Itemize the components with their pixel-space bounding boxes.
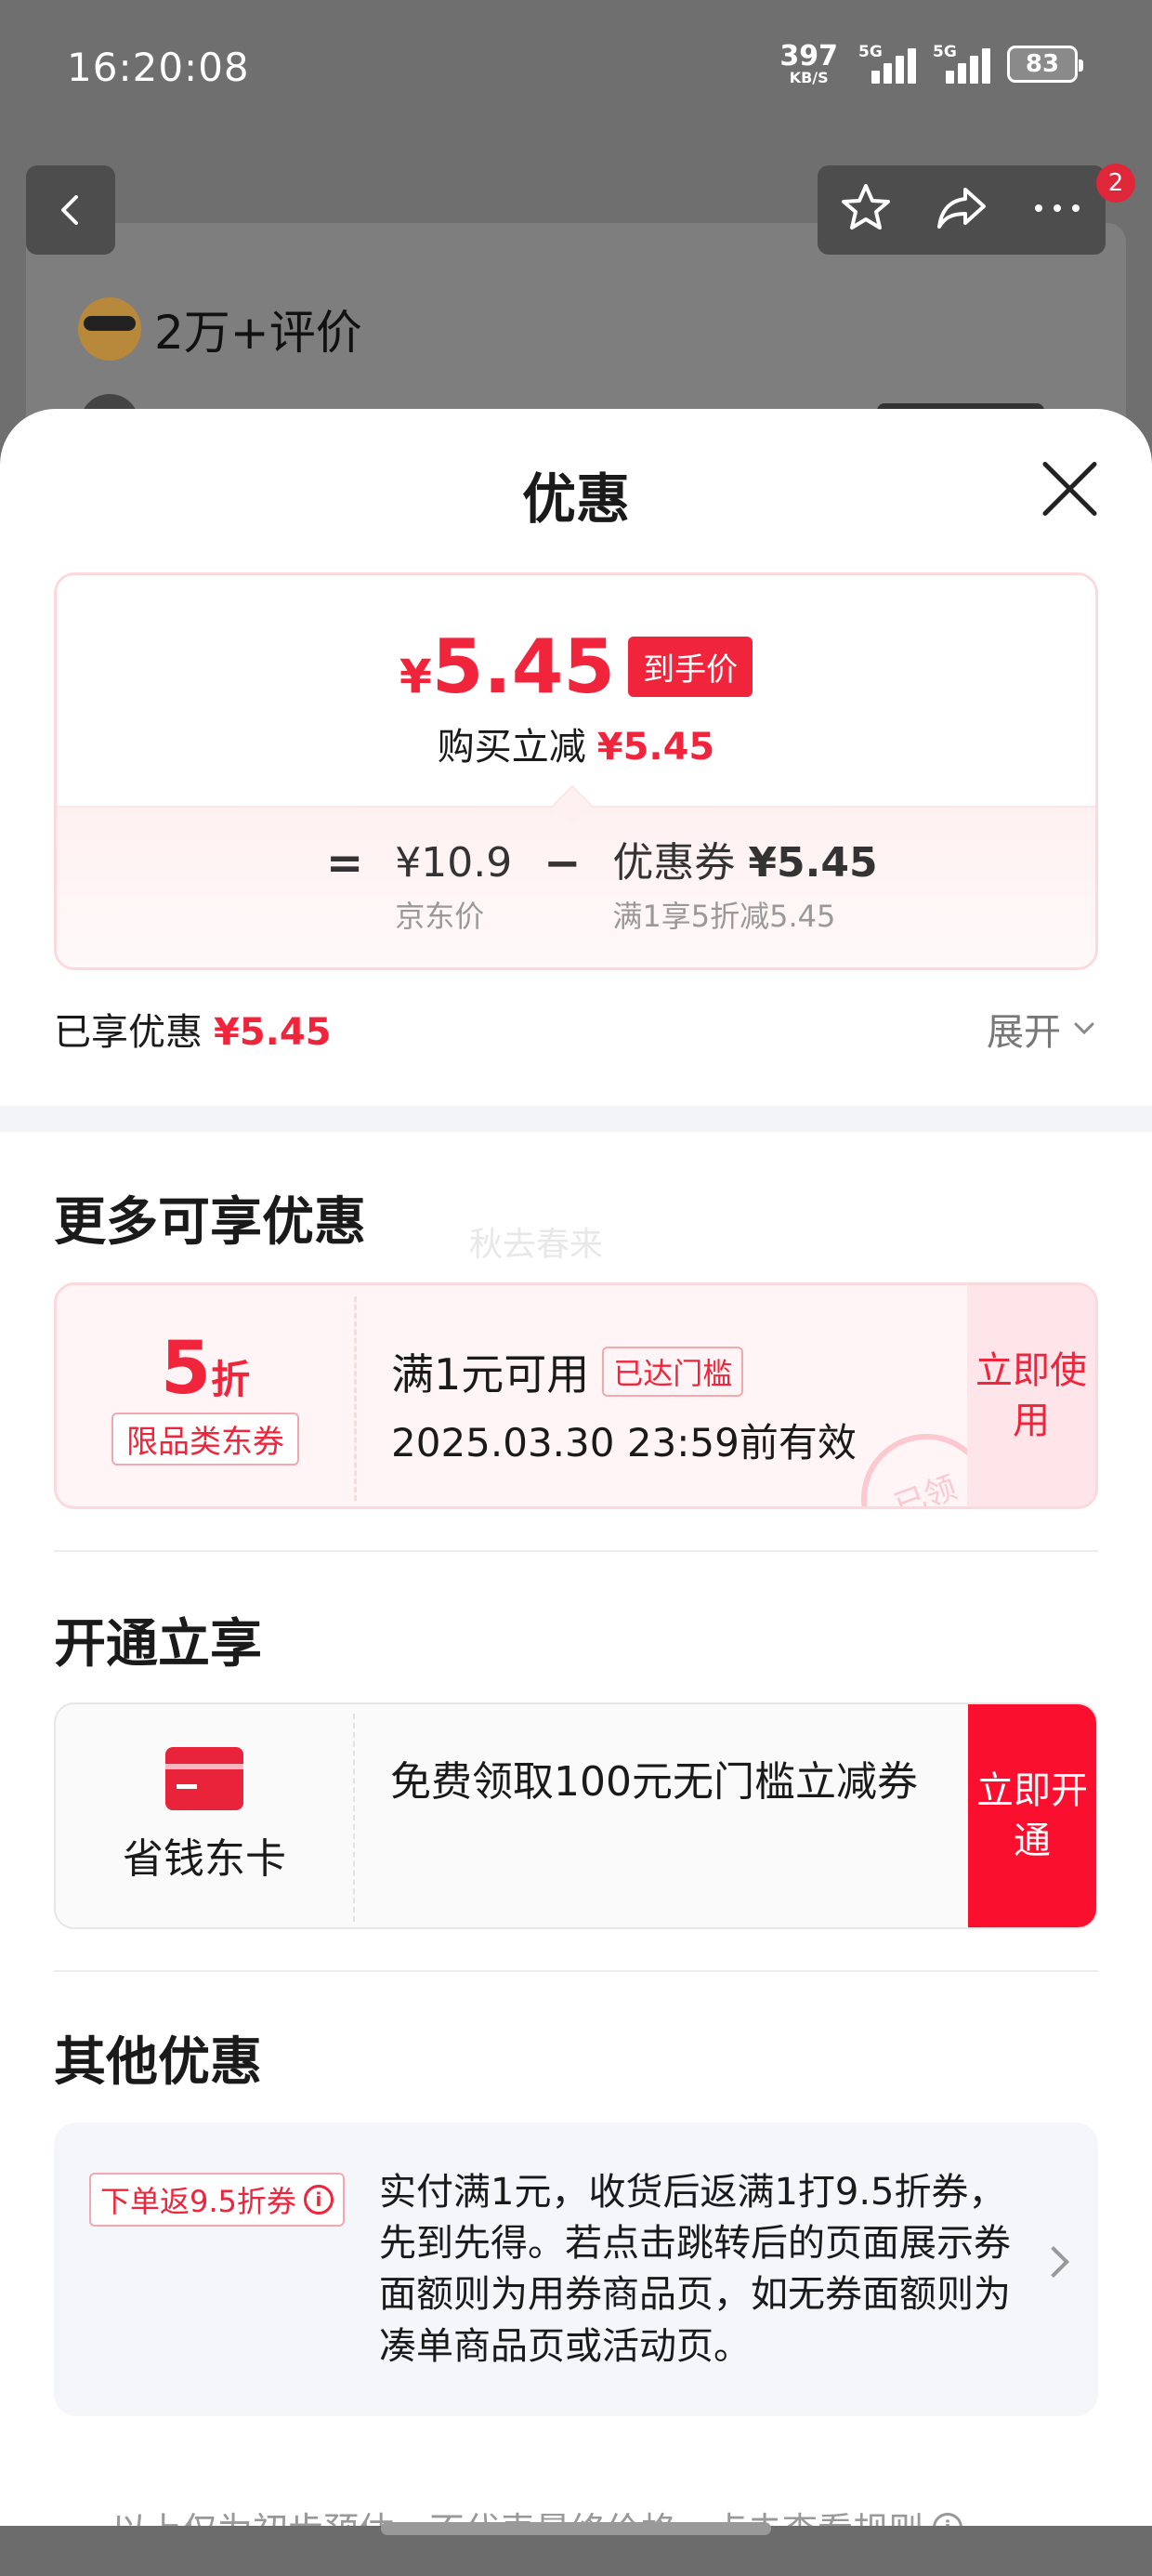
minus-sign: − xyxy=(543,837,582,889)
other-offer-item[interactable]: 下单返9.5折券 i 实付满1元，收货后返满1打9.5折券，先到先得。若点击跳转… xyxy=(54,2123,1098,2416)
cashback-coupon-label: 下单返9.5折券 xyxy=(100,2184,296,2219)
network-speed-value: 397 xyxy=(779,40,838,72)
more-offers-title: 更多可享优惠 xyxy=(54,1192,366,1253)
final-price-currency: ¥ xyxy=(399,650,432,703)
divider-line xyxy=(54,1550,1098,1552)
coupon-term-label: 优惠券 xyxy=(612,839,736,887)
coupon-term-top: 优惠券 ¥5.45 xyxy=(612,834,877,893)
savings-card-brand: 省钱东卡 xyxy=(56,1704,353,1927)
discount-sheet: 优惠 ¥ 5.45 到手价 购买立减 ¥5.45 = ¥10.9 京东价 − 优… xyxy=(0,409,1152,2576)
coupon-condition: 满1元可用 xyxy=(391,1349,590,1400)
sheet-title: 优惠 xyxy=(521,467,630,531)
instant-reduction-label: 购买立减 xyxy=(437,726,586,769)
close-icon[interactable] xyxy=(1039,457,1102,520)
signal-icon: 5G xyxy=(858,43,916,84)
back-icon xyxy=(61,195,78,225)
status-indicators: 397 KB/S 5G 5G 83 xyxy=(779,43,1083,85)
status-bar: 16:20:08 397 KB/S 5G 5G 83 xyxy=(0,0,1152,139)
battery-icon: 83 xyxy=(1007,46,1083,83)
battery-level: 83 xyxy=(1025,50,1060,78)
coupon-discount: 5 折 xyxy=(161,1327,250,1411)
cool-face-icon xyxy=(78,297,141,361)
other-offers-title: 其他优惠 xyxy=(54,2032,262,2093)
final-price-tag: 到手价 xyxy=(628,637,753,697)
sim2-type: 5G xyxy=(933,43,957,61)
coupon-value-area: 5 折 限品类东券 xyxy=(57,1285,354,1506)
coupon-discount-number: 5 xyxy=(160,1326,212,1411)
open-now-button[interactable]: 立即开通 xyxy=(968,1704,1096,1927)
divider-line-2 xyxy=(54,1970,1098,1972)
instant-reduction-value: ¥5.45 xyxy=(596,726,715,769)
coupon-details: 满1元可用 已达门槛 2025.03.30 23:59前有效 xyxy=(391,1341,857,1468)
coupon-term: 优惠券 ¥5.45 满1享5折减5.45 xyxy=(612,834,877,936)
sim1-type: 5G xyxy=(858,43,883,61)
signal-icon-2: 5G xyxy=(933,43,990,84)
coupon-card[interactable]: 5 折 限品类东券 满1元可用 已达门槛 2025.03.30 23:59前有效… xyxy=(54,1282,1098,1509)
use-now-button[interactable]: 立即使用 xyxy=(967,1285,1095,1506)
home-indicator[interactable] xyxy=(381,2522,771,2535)
savings-card-description: 免费领取100元无门槛立减券 xyxy=(390,1758,918,1806)
coupon-separator xyxy=(354,1296,357,1501)
back-button[interactable] xyxy=(26,165,115,255)
review-summary[interactable]: 2万+评价 xyxy=(78,296,362,362)
price-summary-card: ¥ 5.45 到手价 购买立减 ¥5.45 = ¥10.9 京东价 − 优惠券 ¥… xyxy=(54,572,1098,970)
final-price: ¥ 5.45 xyxy=(399,624,615,710)
jd-price-label: 京东价 xyxy=(395,899,485,934)
network-speed-unit: KB/S xyxy=(789,69,829,86)
final-price-amount: 5.45 xyxy=(431,624,616,710)
top-actions xyxy=(818,165,1106,255)
instant-reduction-row: 购买立减 ¥5.45 xyxy=(57,716,1095,770)
jd-price: ¥10.9 xyxy=(395,839,513,887)
equals-sign: = xyxy=(326,837,364,889)
status-time: 16:20:08 xyxy=(67,45,250,90)
coupon-discount-unit: 折 xyxy=(211,1356,251,1402)
star-icon[interactable] xyxy=(838,180,894,240)
chevron-down-icon xyxy=(1074,1022,1094,1035)
review-count: 2万+评价 xyxy=(154,306,362,360)
enjoyed-discount-row: 已享优惠 ¥5.45 xyxy=(54,1002,332,1056)
savings-card-offer[interactable]: 省钱东卡 免费领取100元无门槛立减券 立即开通 xyxy=(54,1702,1098,1929)
coupon-condition-row: 满1元可用 已达门槛 xyxy=(391,1341,857,1402)
price-breakdown: = ¥10.9 京东价 − 优惠券 ¥5.45 满1享5折减5.45 xyxy=(57,784,1095,967)
info-icon: i xyxy=(303,2185,334,2215)
coupon-validity: 2025.03.30 23:59前有效 xyxy=(391,1420,857,1465)
final-price-area: ¥ 5.45 到手价 购买立减 ¥5.45 xyxy=(57,575,1095,806)
watermark: 秋去春来 xyxy=(469,1226,604,1264)
threshold-reached-badge: 已达门槛 xyxy=(602,1347,744,1397)
more-icon[interactable] xyxy=(1029,180,1085,240)
share-icon[interactable] xyxy=(934,180,989,240)
credit-card-icon xyxy=(165,1747,243,1810)
coupon-term-rule: 满1享5折减5.45 xyxy=(612,899,836,934)
other-offer-description: 实付满1元，收货后返满1打9.5折券，先到先得。若点击跳转后的页面展示券面额则为… xyxy=(379,2171,1011,2368)
network-speed: 397 KB/S xyxy=(779,43,838,85)
price-formula: = ¥10.9 京东价 − 优惠券 ¥5.45 满1享5折减5.45 xyxy=(326,834,878,936)
savings-card-name: 省钱东卡 xyxy=(123,1835,286,1883)
expand-label: 展开 xyxy=(987,1011,1061,1054)
cashback-coupon-tag[interactable]: 下单返9.5折券 i xyxy=(89,2173,345,2227)
expand-button[interactable]: 展开 xyxy=(987,1002,1098,1056)
chevron-right-icon[interactable] xyxy=(1038,2246,1069,2278)
enjoyed-discount-value: ¥5.45 xyxy=(214,1011,332,1054)
coupon-category: 限品类东券 xyxy=(111,1412,299,1465)
coupon-term-value: ¥5.45 xyxy=(748,839,878,887)
final-price-row: ¥ 5.45 到手价 xyxy=(57,624,1095,710)
jd-price-term: ¥10.9 京东价 xyxy=(395,834,512,936)
notification-badge: 2 xyxy=(1096,164,1135,203)
enjoyed-discount-label: 已享优惠 xyxy=(54,1011,203,1054)
section-divider xyxy=(0,1106,1152,1132)
card-separator xyxy=(353,1714,355,1922)
membership-title: 开通立享 xyxy=(54,1614,262,1675)
